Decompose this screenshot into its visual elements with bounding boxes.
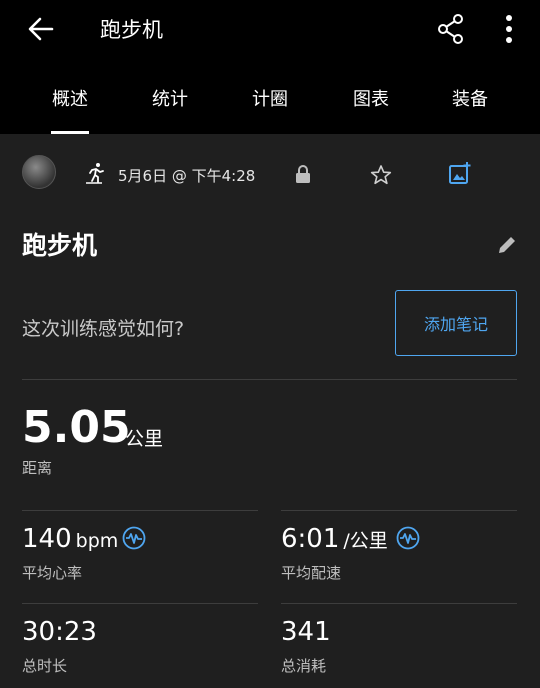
tab-stats[interactable]: 统计 [120,84,220,134]
add-note-button[interactable]: 添加笔记 [395,290,517,356]
chart-pulse-icon[interactable] [122,526,146,550]
add-photo-icon[interactable] [448,161,472,185]
avg-hr-value: 140 [22,524,72,554]
divider [22,379,517,380]
divider [281,603,517,604]
avg-pace-unit: /公里 [343,530,388,552]
calories-stat: 341 总消耗 [281,617,331,675]
distance-value: 5.05 [22,402,131,453]
tab-charts[interactable]: 图表 [321,84,421,134]
page-title: 跑步机 [100,18,163,42]
feel-prompt: 这次训练感觉如何? [22,318,185,340]
treadmill-run-icon [86,163,104,184]
divider [22,603,258,604]
total-time-stat: 30:23 总时长 [22,617,97,675]
avg-pace-value: 6:01 [281,524,340,554]
top-app-bar: 跑步机 概述 统计 计圈 图表 装备 [0,0,540,134]
avg-hr-unit: bpm [75,530,119,552]
avg-pace-stat[interactable]: 6:01/公里 平均配速 [281,524,388,582]
chart-pulse-icon[interactable] [396,526,420,550]
avg-hr-label: 平均心率 [22,564,83,582]
avatar[interactable] [22,155,56,189]
divider [22,510,258,511]
total-time-value: 30:23 [22,617,97,647]
share-icon[interactable] [434,12,468,46]
star-icon[interactable] [370,164,392,186]
arrow-left-icon[interactable] [24,12,58,46]
avg-pace-label: 平均配速 [281,564,342,582]
overview-content: 5月6日 @ 下午4:28 跑步机 这次训练感觉如何? 添加笔记 5.05 公里… [0,134,540,688]
tab-gear[interactable]: 装备 [420,84,520,134]
divider [281,510,517,511]
tab-laps[interactable]: 计圈 [220,84,320,134]
total-time-label: 总时长 [22,657,68,675]
tab-bar: 概述 统计 计圈 图表 装备 [0,84,540,134]
tab-overview[interactable]: 概述 [20,84,120,134]
more-vert-icon[interactable] [500,10,518,48]
activity-name: 跑步机 [22,231,98,260]
activity-datetime: 5月6日 @ 下午4:28 [118,167,256,185]
edit-pencil-icon[interactable] [496,234,518,256]
calories-value: 341 [281,617,331,647]
avg-hr-stat[interactable]: 140 bpm 平均心率 [22,524,119,582]
lock-icon[interactable] [294,164,312,184]
distance-unit: 公里 [125,428,164,450]
distance-label: 距离 [22,459,53,477]
calories-label: 总消耗 [281,657,327,675]
